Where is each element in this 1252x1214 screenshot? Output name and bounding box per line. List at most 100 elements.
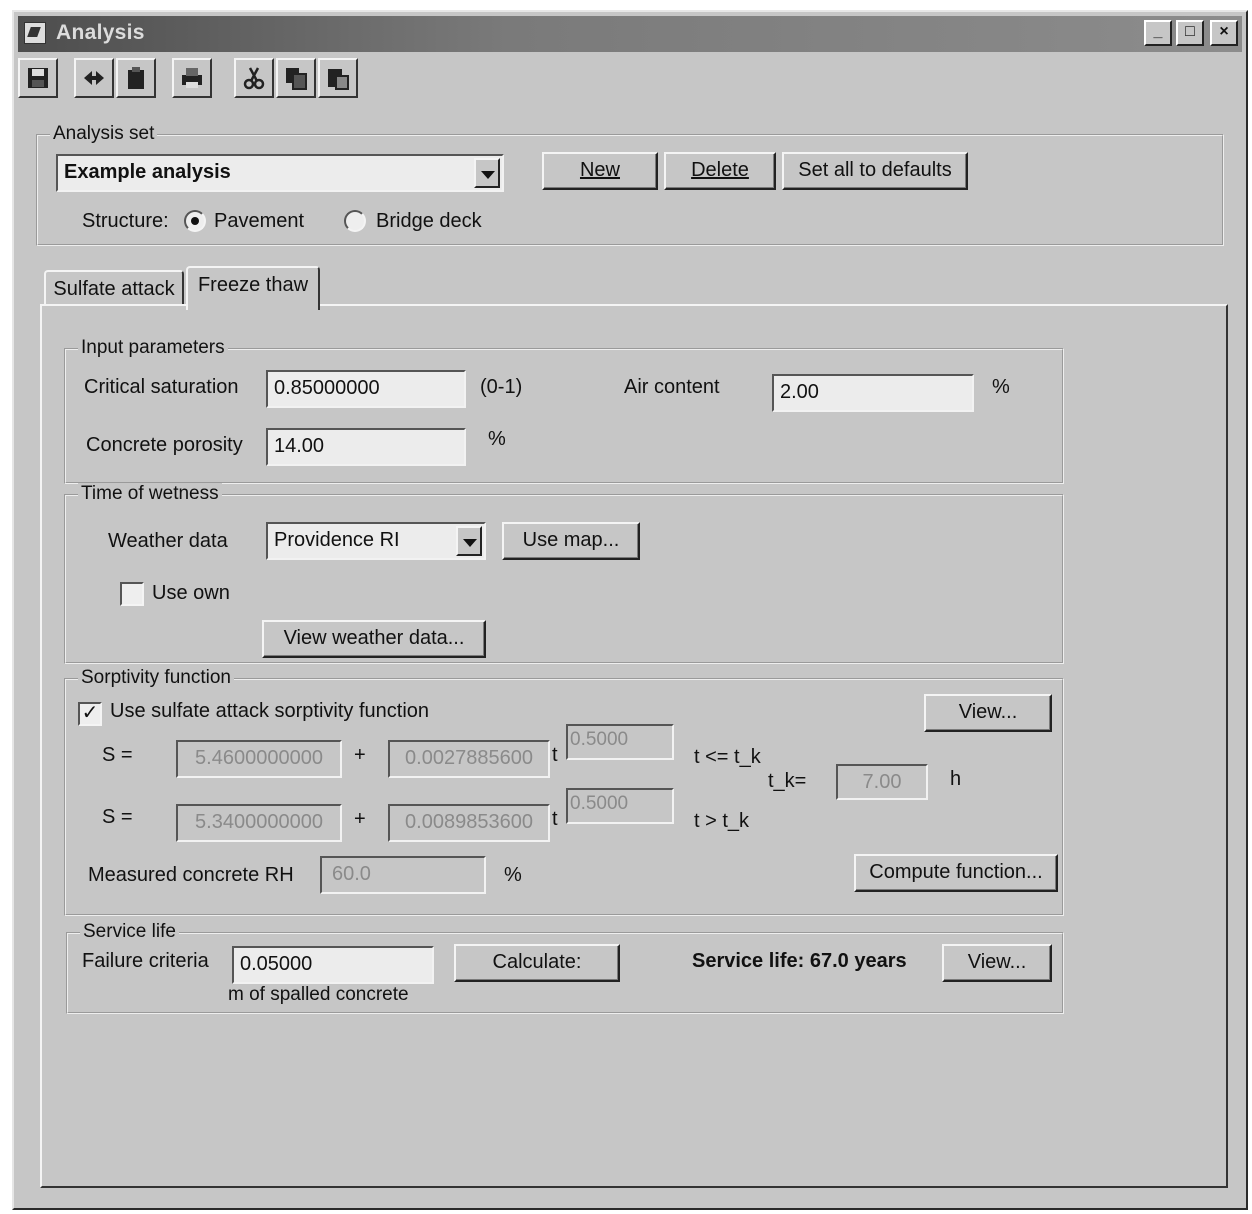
set-defaults-label: Set all to defaults: [798, 159, 952, 181]
input-parameters-group: Input parameters Critical saturation 0.8…: [64, 337, 1064, 484]
calculate-label: Calculate:: [492, 951, 582, 973]
tab-sulfate-attack-label: Sulfate attack: [53, 278, 175, 300]
tk-input[interactable]: 7.00: [836, 764, 928, 800]
bridge-deck-radio[interactable]: [344, 210, 366, 232]
s-label-2: S =: [102, 806, 133, 828]
service-life-result: Service life: 67.0 years: [692, 950, 907, 972]
maximize-button[interactable]: □: [1176, 20, 1204, 46]
use-map-label: Use map...: [522, 529, 620, 551]
sorptivity-a1-input[interactable]: 5.4600000000: [176, 740, 342, 778]
condition-1: t <= t_k: [694, 746, 761, 768]
delete-button-label: Delete: [691, 159, 749, 181]
s-label-1: S =: [102, 744, 133, 766]
save-button[interactable]: [18, 58, 58, 98]
view-service-life-button[interactable]: View...: [942, 944, 1052, 982]
critical-saturation-unit: (0-1): [480, 376, 523, 398]
analysis-set-value: Example analysis: [64, 161, 231, 183]
chevron-down-icon[interactable]: [474, 158, 500, 188]
analysis-set-group: Analysis set Example analysis New Delete…: [36, 123, 1224, 246]
view-service-life-label: View...: [967, 951, 1027, 973]
weather-data-value: Providence RI: [274, 529, 400, 551]
use-own-checkbox[interactable]: [120, 582, 144, 606]
bridge-deck-label[interactable]: Bridge deck: [376, 210, 482, 233]
clipboard-icon: [128, 67, 144, 89]
concrete-porosity-input[interactable]: 14.00: [266, 428, 466, 466]
service-life-group: Service life Failure criteria 0.05000 m …: [66, 921, 1064, 1014]
sorptivity-exp2-input[interactable]: 0.5000: [566, 788, 674, 824]
service-life-label: Service life: [80, 921, 179, 943]
close-button[interactable]: ×: [1210, 20, 1238, 46]
use-sulfate-sorptivity-checkbox[interactable]: ✓: [78, 702, 102, 726]
toolbar: [18, 58, 1242, 104]
measured-rh-unit: %: [504, 864, 522, 886]
weather-data-label: Weather data: [108, 530, 228, 552]
time-of-wetness-group: Time of wetness Weather data Providence …: [64, 483, 1064, 664]
copy-icon: [286, 68, 307, 90]
floppy-icon: [28, 68, 48, 88]
measured-rh-input[interactable]: 60.0: [320, 856, 486, 894]
calculate-button[interactable]: Calculate:: [454, 944, 620, 982]
cut-tool-button[interactable]: [74, 58, 114, 98]
sorptivity-function-label: Sorptivity function: [78, 667, 234, 689]
view-weather-data-label: View weather data...: [283, 627, 465, 649]
structure-label: Structure:: [82, 210, 169, 232]
set-defaults-button[interactable]: Set all to defaults: [782, 152, 968, 190]
copy-button[interactable]: [276, 58, 316, 98]
tab-freeze-thaw[interactable]: Freeze thaw: [186, 266, 320, 310]
tk-label: t_k=: [768, 770, 807, 792]
use-own-label[interactable]: Use own: [152, 582, 230, 605]
failure-criteria-label: Failure criteria: [82, 950, 209, 972]
air-content-input[interactable]: 2.00: [772, 374, 974, 412]
view-sorptivity-button[interactable]: View...: [924, 694, 1052, 732]
sorptivity-a2-input[interactable]: 5.3400000000: [176, 804, 342, 842]
use-sulfate-sorptivity-label[interactable]: Use sulfate attack sorptivity function: [110, 700, 429, 723]
concrete-porosity-unit: %: [488, 428, 506, 450]
compute-function-button[interactable]: Compute function...: [854, 854, 1058, 892]
sorptivity-exp1-input[interactable]: 0.5000: [566, 724, 674, 760]
pavement-radio[interactable]: [184, 210, 206, 232]
compute-function-label: Compute function...: [869, 861, 1043, 883]
t-label-1: t: [552, 744, 558, 766]
title-bar[interactable]: Analysis _ □ ×: [18, 16, 1242, 52]
cut-button[interactable]: [234, 58, 274, 98]
tk-unit: h: [950, 768, 962, 790]
use-map-button[interactable]: Use map...: [502, 522, 640, 560]
concrete-porosity-label: Concrete porosity: [86, 434, 243, 456]
sorptivity-b2-input[interactable]: 0.0089853600: [388, 804, 550, 842]
measured-rh-label: Measured concrete RH: [88, 864, 294, 886]
scissors-icon: [243, 67, 265, 90]
clipboard-button[interactable]: [116, 58, 156, 98]
plus-sign-1: +: [354, 744, 366, 766]
view-sorptivity-label: View...: [958, 701, 1018, 723]
t-label-2: t: [552, 808, 558, 830]
plus-sign-2: +: [354, 808, 366, 830]
analysis-set-label: Analysis set: [50, 123, 158, 145]
paste-button[interactable]: [318, 58, 358, 98]
failure-criteria-input[interactable]: 0.05000: [232, 946, 434, 984]
weather-data-combo[interactable]: Providence RI: [266, 522, 486, 560]
print-button[interactable]: [172, 58, 212, 98]
critical-saturation-label: Critical saturation: [84, 376, 239, 398]
analysis-window: Analysis _ □ × Analysis set Example anal…: [12, 10, 1248, 1210]
delete-button[interactable]: Delete: [664, 152, 776, 190]
printer-icon: [182, 68, 202, 88]
sorptivity-function-group: Sorptivity function ✓ Use sulfate attack…: [64, 667, 1064, 916]
chevron-down-icon[interactable]: [456, 526, 482, 556]
analysis-set-combo[interactable]: Example analysis: [56, 154, 504, 192]
critical-saturation-input[interactable]: 0.85000000: [266, 370, 466, 408]
sorptivity-b1-input[interactable]: 0.0027885600: [388, 740, 550, 778]
app-icon: [24, 22, 46, 44]
input-parameters-label: Input parameters: [78, 337, 228, 359]
arrows-icon: [84, 71, 104, 85]
paste-icon: [328, 69, 349, 90]
new-button-label: New: [579, 159, 620, 181]
minimize-button[interactable]: _: [1144, 20, 1172, 46]
time-of-wetness-label: Time of wetness: [78, 483, 222, 505]
pavement-label[interactable]: Pavement: [214, 210, 304, 233]
view-weather-data-button[interactable]: View weather data...: [262, 620, 486, 658]
failure-criteria-unit: m of spalled concrete: [228, 984, 409, 1005]
freeze-thaw-panel: Input parameters Critical saturation 0.8…: [40, 304, 1228, 1188]
window-title: Analysis: [56, 21, 145, 44]
new-button[interactable]: New: [542, 152, 658, 190]
air-content-unit: %: [992, 376, 1010, 398]
